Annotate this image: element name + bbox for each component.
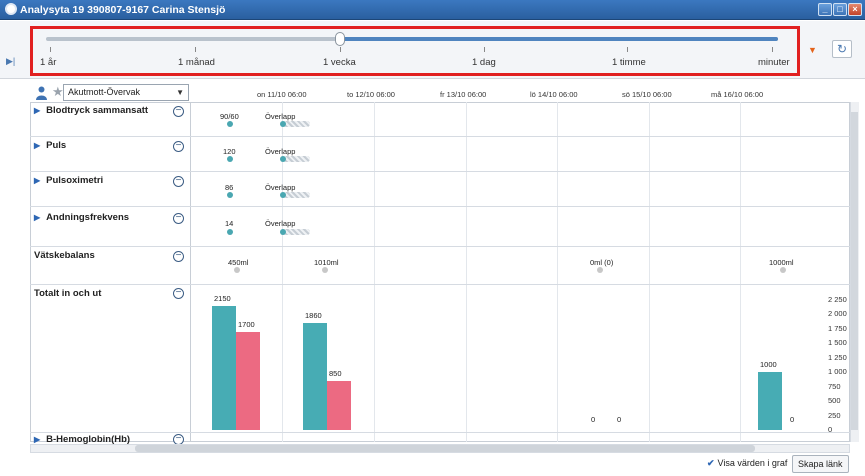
dropdown-arrow-icon[interactable]: ▼ — [808, 45, 817, 55]
balance-value: 1010ml — [314, 258, 339, 267]
row-divider — [30, 206, 850, 207]
row-divider — [30, 432, 850, 433]
chart-grid — [30, 102, 850, 442]
row-label-andningsfrekvens[interactable]: ▶ Andningsfrekvens — [34, 212, 129, 223]
checkmark-icon: ✔ — [707, 458, 715, 468]
data-point[interactable] — [227, 192, 233, 198]
profile-select-value: Akutmott-Övervak — [68, 87, 141, 97]
row-divider — [30, 136, 850, 137]
expand-icon[interactable]: ▶ — [34, 141, 40, 150]
row-label-pulsoximetri[interactable]: ▶ Pulsoximetri — [34, 175, 103, 186]
grid-line — [466, 102, 467, 442]
close-button[interactable]: × — [848, 3, 862, 16]
grid-line — [649, 102, 650, 442]
horizontal-scrollbar-thumb[interactable] — [135, 445, 755, 452]
grid-line — [374, 102, 375, 442]
remove-row-icon[interactable]: − — [173, 213, 184, 224]
data-point[interactable] — [280, 192, 286, 198]
favorite-star-icon[interactable]: ★ — [52, 84, 64, 100]
highlight-box — [30, 26, 800, 76]
data-point[interactable] — [234, 267, 240, 273]
data-point[interactable] — [227, 156, 233, 162]
expand-icon[interactable]: ▶ — [34, 435, 40, 444]
row-value: 90/60 — [220, 112, 239, 121]
date-header: må 16/10 06:00 — [711, 90, 764, 99]
row-label-blodtryck[interactable]: ▶ Blodtryck sammansatt — [34, 105, 148, 116]
remove-row-icon[interactable]: − — [173, 251, 184, 262]
create-link-button[interactable]: Skapa länk — [792, 455, 849, 473]
data-point[interactable] — [322, 267, 328, 273]
row-divider — [30, 284, 850, 285]
row-divider — [30, 246, 850, 247]
row-label-puls[interactable]: ▶ Puls — [34, 140, 66, 151]
row-label-vatskebalans: Vätskebalans — [34, 250, 95, 261]
balance-value: 1000ml — [769, 258, 794, 267]
profile-select[interactable]: Akutmott-Övervak ▼ — [63, 84, 189, 101]
vertical-scrollbar-thumb[interactable] — [851, 112, 858, 430]
person-icon[interactable] — [36, 86, 47, 100]
balance-value: 0ml (0) — [590, 258, 614, 267]
data-point[interactable] — [227, 121, 233, 127]
row-label-totalt: Totalt in och ut — [34, 288, 102, 299]
minimize-button[interactable]: _ — [818, 3, 832, 16]
chevron-down-icon: ▼ — [176, 88, 184, 97]
row-value: 120 — [223, 147, 236, 156]
expand-icon[interactable]: ▶ — [34, 176, 40, 185]
remove-row-icon[interactable]: − — [173, 176, 184, 187]
date-header: sö 15/10 06:00 — [622, 90, 672, 99]
window-title: Analysyta 19 390807-9167 Carina Stensjö — [20, 4, 226, 16]
row-value: 86 — [225, 183, 234, 192]
overlap-label: Överlapp — [265, 147, 296, 156]
maximize-button[interactable]: □ — [833, 3, 847, 16]
app-icon — [5, 3, 17, 15]
remove-row-icon[interactable]: − — [173, 141, 184, 152]
overlap-label: Överlapp — [265, 112, 296, 121]
date-header: fr 13/10 06:00 — [440, 90, 487, 99]
grid-line — [740, 102, 741, 442]
overlap-label: Överlapp — [265, 183, 296, 192]
overlap-label: Överlapp — [265, 219, 296, 228]
data-point[interactable] — [280, 121, 286, 127]
date-header: on 11/10 06:00 — [257, 90, 307, 99]
row-value: 14 — [225, 219, 234, 228]
title-bar: Analysyta 19 390807-9167 Carina Stensjö … — [0, 0, 865, 20]
data-point[interactable] — [280, 156, 286, 162]
remove-row-icon[interactable]: − — [173, 288, 184, 299]
date-header: to 12/10 06:00 — [347, 90, 395, 99]
refresh-button[interactable]: ↻ — [832, 40, 852, 58]
expand-icon[interactable]: ▶ — [34, 213, 40, 222]
remove-row-icon[interactable]: − — [173, 106, 184, 117]
data-point[interactable] — [780, 267, 786, 273]
date-header: lö 14/10 06:00 — [530, 90, 578, 99]
label-divider — [190, 102, 191, 442]
show-values-checkbox[interactable]: ✔ Visa värden i graf — [707, 458, 787, 469]
data-point[interactable] — [227, 229, 233, 235]
balance-value: 450ml — [228, 258, 249, 267]
grid-line — [557, 102, 558, 442]
collapse-arrow-icon[interactable]: ▶| — [6, 56, 15, 67]
expand-icon[interactable]: ▶ — [34, 106, 40, 115]
row-divider — [30, 171, 850, 172]
data-point[interactable] — [597, 267, 603, 273]
data-point[interactable] — [280, 229, 286, 235]
